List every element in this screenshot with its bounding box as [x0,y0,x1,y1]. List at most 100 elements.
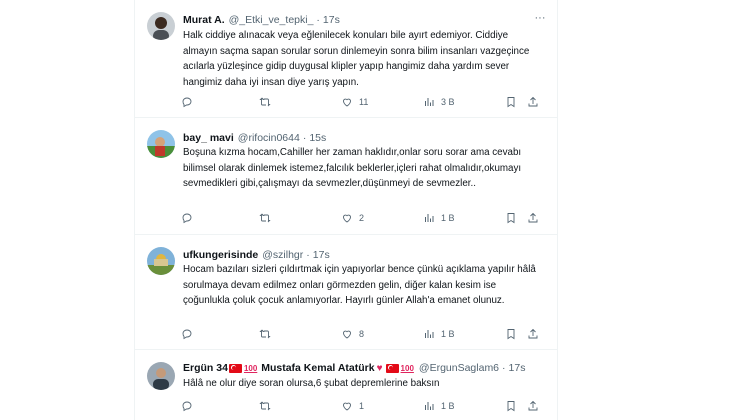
like-button[interactable]: 2 [341,210,364,226]
like-count: 2 [359,213,365,223]
tweet-header: Ergün 34 100 Mustafa Kemal Atatürk ♥ 100 @E… [183,360,549,376]
tweet-actions: 11 3 B [175,94,549,110]
tweet-header: bay_ mavi @rifocin0644 · 15s [183,130,549,146]
share-button[interactable] [527,326,539,342]
tweet-header: ufkungerisinde @szilhgr · 17s [183,247,549,263]
bookmark-icon [505,212,517,224]
display-name[interactable]: bay_ mavi [183,132,234,144]
retweet-button[interactable] [259,94,277,110]
tweet-actions: 1 1 B [175,398,549,414]
tweet[interactable]: Murat A. @_Etki_ve_tepki_ · 17s ··· Halk… [135,0,557,118]
views-button[interactable]: 1 B [423,326,455,342]
timestamp[interactable]: 17s [509,362,526,374]
display-name[interactable]: ufkungerisinde [183,249,258,261]
reply-button[interactable] [181,398,199,414]
share-button[interactable] [527,94,539,110]
views-icon [423,400,435,412]
avatar[interactable] [147,12,175,40]
retweet-icon [259,400,271,412]
bookmark-icon [505,96,517,108]
hundred-points-icon: 100 [400,363,414,373]
reply-icon [181,96,193,108]
retweet-button[interactable] [259,210,277,226]
tweet[interactable]: Ergün 34 100 Mustafa Kemal Atatürk ♥ 100 @E… [135,350,557,420]
reply-button[interactable] [181,94,199,110]
view-count: 1 B [441,401,455,411]
tweet-text: Hocam bazıları sizleri çıldırtmak için y… [183,264,536,307]
reply-icon [181,328,193,340]
views-button[interactable]: 3 B [423,94,455,110]
like-button[interactable]: 11 [341,94,368,110]
display-name-part1: Ergün 34 [183,362,228,374]
reply-feed: Murat A. @_Etki_ve_tepki_ · 17s ··· Halk… [134,0,558,420]
reply-button[interactable] [181,210,199,226]
avatar[interactable] [147,247,175,275]
reply-button[interactable] [181,326,199,342]
reply-icon [181,400,193,412]
separator: · [316,14,320,26]
user-handle[interactable]: @_Etki_ve_tepki_ [229,14,314,26]
share-icon [527,96,539,108]
display-name-part2: Mustafa Kemal Atatürk [261,362,375,374]
turkey-flag-icon [385,363,399,373]
tweet[interactable]: bay_ mavi @rifocin0644 · 15s Boşuna kızm… [135,118,557,235]
turkey-flag-icon [228,363,242,373]
share-button[interactable] [527,210,539,226]
tweet-text: Halk ciddiye alınacak veya eğlenilecek k… [183,30,530,88]
tweet-actions: 2 1 B [175,210,549,226]
tweet-text: Hâlâ ne olur diye soran olursa,6 şubat d… [183,378,440,389]
views-icon [423,96,435,108]
separator: · [302,132,307,144]
bookmark-button[interactable] [505,398,517,414]
tweet-text: Boşuna kızma hocam,Cahiller her zaman ha… [183,147,522,190]
timestamp[interactable]: 17s [323,14,340,26]
view-count: 1 B [441,329,455,339]
timestamp[interactable]: 17s [313,249,330,261]
share-icon [527,400,539,412]
share-icon [527,328,539,340]
heart-icon [341,328,353,340]
share-icon [527,212,539,224]
bookmark-button[interactable] [505,326,517,342]
avatar[interactable] [147,130,175,158]
views-button[interactable]: 1 B [423,210,455,226]
like-count: 8 [359,329,365,339]
heart-icon [341,400,353,412]
heart-icon [341,212,353,224]
user-handle[interactable]: @rifocin0644 [238,132,300,144]
view-count: 1 B [441,213,455,223]
retweet-button[interactable] [259,398,277,414]
separator: · [306,249,310,261]
user-handle[interactable]: @ErgunSaglam6 [419,362,499,374]
view-count: 3 B [441,97,455,107]
like-count: 11 [359,97,369,107]
separator: · [502,362,506,374]
more-dots-icon[interactable]: ··· [533,13,547,27]
retweet-icon [259,96,271,108]
retweet-icon [259,328,271,340]
like-button[interactable]: 1 [341,398,364,414]
bookmark-button[interactable] [505,210,517,226]
share-button[interactable] [527,398,539,414]
heart-icon [341,96,353,108]
like-count: 1 [359,401,365,411]
user-handle[interactable]: @szilhgr [262,249,303,261]
retweet-button[interactable] [259,326,277,342]
heart-emoji-icon: ♥ [376,362,383,374]
views-icon [423,212,435,224]
timestamp[interactable]: 15s [309,132,326,144]
like-button[interactable]: 8 [341,326,364,342]
retweet-icon [259,212,271,224]
bookmark-button[interactable] [505,94,517,110]
tweet-actions: 8 1 B [175,326,549,342]
avatar[interactable] [147,362,175,390]
reply-icon [181,212,193,224]
display-name[interactable]: Murat A. [183,14,225,26]
views-button[interactable]: 1 B [423,398,455,414]
hundred-points-icon: 100 [243,363,258,373]
tweet[interactable]: ufkungerisinde @szilhgr · 17s Hocam bazı… [135,235,557,350]
views-icon [423,328,435,340]
bookmark-icon [505,400,517,412]
display-name[interactable]: Ergün 34 100 Mustafa Kemal Atatürk ♥ 100 [183,362,415,374]
bookmark-icon [505,328,517,340]
